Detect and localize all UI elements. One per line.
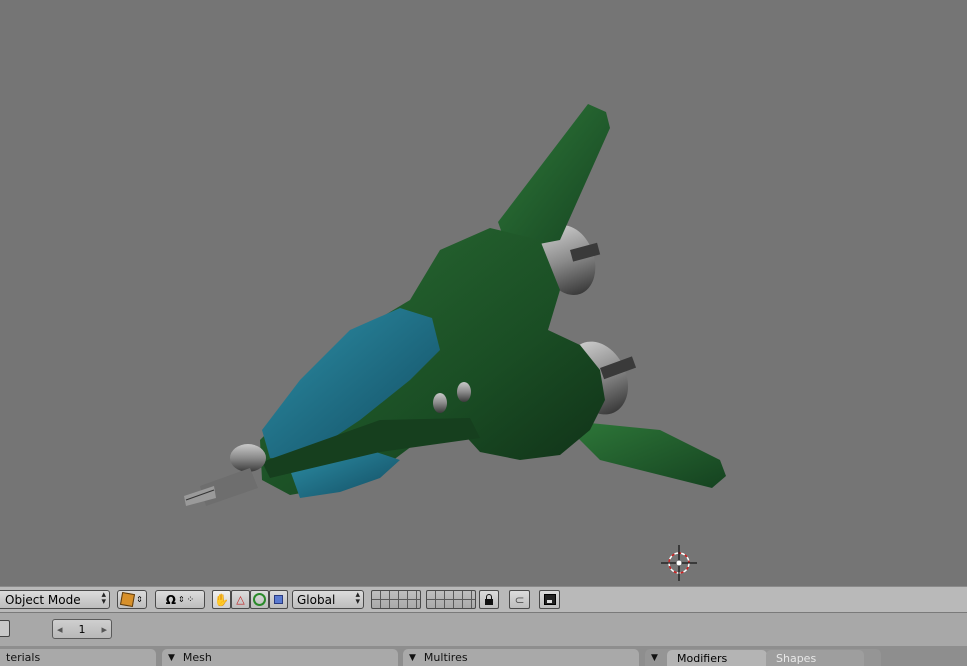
mode-label: Object Mode: [5, 592, 81, 607]
draw-type-selector[interactable]: ⇕: [117, 590, 147, 609]
magnet-icon: ⊂: [514, 592, 525, 607]
lock-layers-button[interactable]: [479, 590, 499, 609]
arrow-left-icon[interactable]: ◂: [57, 623, 63, 636]
3d-cursor-icon[interactable]: [661, 545, 697, 581]
upper-fin: [498, 104, 610, 250]
pivot-selector[interactable]: Ω ⇕ ⁘: [155, 590, 205, 609]
rotate-manipulator-button[interactable]: [250, 590, 269, 609]
layer-buttons-1[interactable]: [371, 590, 421, 609]
window-type-button[interactable]: [0, 620, 10, 637]
snap-button[interactable]: ⊂: [509, 590, 530, 609]
layer-buttons-2[interactable]: [426, 590, 476, 609]
panel-label: terials: [6, 651, 41, 664]
updown-arrows-icon: ⇕: [177, 595, 185, 604]
collapse-icon[interactable]: ▼: [651, 653, 658, 663]
panel-headers: terials ▼ Mesh ▼ Multires ▼ Modifiers Sh…: [0, 646, 967, 666]
square-icon: [274, 595, 283, 604]
viewport-header: Object Mode ▴ ▾ ⇕ Ω ⇕ ⁘ ✋ △ Global ▴ ▾ ⊂: [0, 586, 967, 612]
arrow-right-icon[interactable]: ▸: [101, 623, 107, 636]
triangle-icon: △: [236, 593, 245, 606]
translate-manipulator-button[interactable]: △: [231, 590, 250, 609]
mode-selector[interactable]: Object Mode ▴ ▾: [0, 590, 110, 609]
updown-arrows-icon: ▴ ▾: [101, 590, 106, 607]
tab-label: Modifiers: [677, 651, 728, 665]
bolt-right: [457, 382, 471, 402]
nose-gun: [184, 444, 266, 506]
orientation-label: Global: [297, 592, 336, 607]
viewport-scene: [184, 104, 726, 581]
frame-number-field[interactable]: ◂ 1 ▸: [52, 619, 112, 639]
panel-multires[interactable]: ▼ Multires: [403, 649, 639, 666]
tab-shapes[interactable]: Shapes: [766, 650, 864, 666]
cube-icon: [120, 591, 136, 608]
3d-viewport[interactable]: [0, 0, 967, 586]
manipulator-toggle-button[interactable]: ✋: [212, 590, 231, 609]
image-icon: [543, 594, 556, 605]
panel-label: Mesh: [182, 651, 212, 664]
hand-icon: ✋: [214, 592, 229, 607]
render-preview-button[interactable]: [539, 590, 560, 609]
panel-label: Multires: [423, 651, 468, 664]
lock-icon: [485, 594, 493, 605]
horseshoe-icon: Ω: [165, 592, 176, 607]
scale-manipulator-button[interactable]: [269, 590, 288, 609]
panel-materials[interactable]: terials: [0, 649, 156, 666]
rotate-circle-icon: [253, 593, 266, 606]
tab-label: Shapes: [776, 651, 817, 665]
panel-mesh[interactable]: ▼ Mesh: [162, 649, 398, 666]
updown-arrows-icon: ⇕: [136, 595, 143, 604]
orientation-selector[interactable]: Global ▴ ▾: [292, 590, 364, 609]
tab-modifiers[interactable]: Modifiers: [667, 650, 767, 666]
bolt-left: [433, 393, 447, 413]
updown-arrows-icon: ▴ ▾: [355, 590, 360, 607]
collapse-icon[interactable]: ▼: [168, 653, 175, 663]
collapse-icon[interactable]: ▼: [409, 653, 416, 663]
buttons-window-header: ◂ 1 ▸: [0, 612, 967, 646]
pivot-points-icon: ⁘: [186, 594, 195, 605]
frame-value: 1: [78, 622, 86, 636]
